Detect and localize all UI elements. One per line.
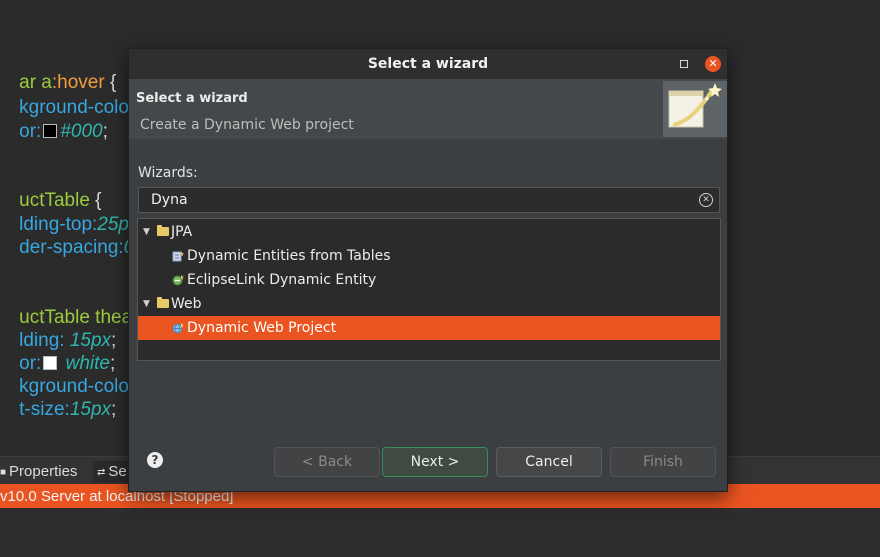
tree-folder-jpa[interactable]: ▼ JPA (138, 220, 720, 244)
eclipselink-icon (172, 274, 184, 286)
web-project-icon (172, 322, 184, 334)
header-title: Select a wizard (136, 91, 248, 106)
tree-item-dynamic-web-project[interactable]: Dynamic Web Project (138, 316, 720, 340)
next-button[interactable]: Next > (382, 447, 488, 477)
properties-icon: ■ (0, 467, 7, 478)
maximize-icon[interactable] (680, 60, 688, 68)
wizard-banner-icon (663, 81, 727, 137)
folder-icon (157, 297, 169, 308)
dialog-titlebar[interactable]: Select a wizard ✕ (129, 49, 727, 79)
chevron-down-icon[interactable]: ▼ (143, 292, 150, 316)
help-icon[interactable]: ? (147, 452, 163, 468)
color-swatch (43, 124, 58, 138)
code-line: t-size:15px; (19, 399, 117, 420)
tree-item-dynamic-entities-from-tables[interactable]: Dynamic Entities from Tables (138, 244, 720, 268)
wizard-filter-box: ✕ (138, 187, 720, 213)
wizard-header: Select a wizard Create a Dynamic Web pro… (129, 79, 727, 139)
cancel-button[interactable]: Cancel (496, 447, 602, 477)
close-icon[interactable]: ✕ (705, 56, 721, 72)
back-button[interactable]: < Back (274, 447, 380, 477)
tree-item-eclipselink-dynamic-entity[interactable]: EclipseLink Dynamic Entity (138, 268, 720, 292)
tab-properties[interactable]: ■ Properties (0, 461, 77, 483)
wizard-tree[interactable]: ▼ JPA Dynamic Entities from Tables Eclip… (137, 218, 721, 361)
dialog-title: Select a wizard (367, 56, 489, 72)
tree-folder-web[interactable]: ▼ Web (138, 292, 720, 316)
wizards-label: Wizards: (138, 165, 198, 181)
server-list-empty-area (0, 508, 880, 557)
wizard-filter-input[interactable] (139, 188, 689, 212)
folder-icon (157, 225, 169, 236)
tab-servers[interactable]: ⇄ Se (93, 461, 131, 483)
code-line: der-spacing:0 (19, 237, 134, 258)
header-description: Create a Dynamic Web project (140, 117, 354, 133)
servers-icon: ⇄ (97, 467, 106, 478)
entity-wizard-icon (172, 251, 184, 262)
select-wizard-dialog: Select a wizard ✕ Select a wizard Create… (128, 48, 728, 492)
chevron-down-icon[interactable]: ▼ (143, 220, 150, 244)
finish-button[interactable]: Finish (610, 447, 716, 477)
clear-filter-icon[interactable]: ✕ (699, 193, 713, 207)
code-line: or: #000; (19, 121, 108, 142)
